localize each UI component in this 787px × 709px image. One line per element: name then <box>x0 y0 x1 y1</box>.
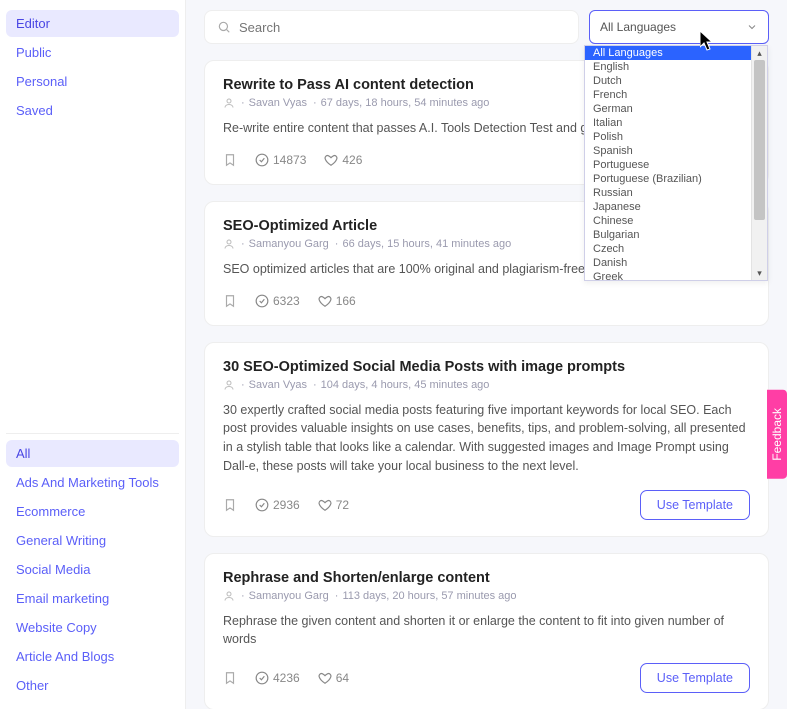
likes-stat: 72 <box>318 498 349 512</box>
uses-stat: 6323 <box>255 294 300 308</box>
sidebar-category-social-media[interactable]: Social Media <box>6 556 179 583</box>
language-option[interactable]: All Languages <box>585 46 751 60</box>
likes-count: 166 <box>336 294 356 308</box>
sidebar-category-ads-and-marketing-tools[interactable]: Ads And Marketing Tools <box>6 469 179 496</box>
uses-count: 14873 <box>273 153 306 167</box>
likes-stat: 64 <box>318 671 349 685</box>
language-option[interactable]: Bulgarian <box>585 228 751 242</box>
likes-count: 72 <box>336 498 349 512</box>
author-icon <box>223 379 235 391</box>
card-description: Rephrase the given content and shorten i… <box>223 612 750 650</box>
sidebar-item-editor[interactable]: Editor <box>6 10 179 37</box>
heart-icon <box>324 153 338 167</box>
author-icon <box>223 238 235 250</box>
card-author: Savan Vyas <box>241 97 307 109</box>
bookmark-button[interactable] <box>223 293 237 309</box>
template-card: 30 SEO-Optimized Social Media Posts with… <box>204 342 769 537</box>
sidebar-category-other[interactable]: Other <box>6 672 179 699</box>
language-option[interactable]: Danish <box>585 256 751 270</box>
uses-stat: 4236 <box>255 671 300 685</box>
sidebar: EditorPublicPersonalSaved AllAds And Mar… <box>0 0 186 709</box>
uses-count: 6323 <box>273 294 300 308</box>
sidebar-bottom-group: AllAds And Marketing ToolsEcommerceGener… <box>6 433 179 705</box>
uses-count: 2936 <box>273 498 300 512</box>
language-option[interactable]: Czech <box>585 242 751 256</box>
language-option[interactable]: Greek <box>585 270 751 280</box>
card-time: 66 days, 15 hours, 41 minutes ago <box>335 238 511 250</box>
language-option[interactable]: Italian <box>585 116 751 130</box>
language-select[interactable]: All Languages All LanguagesEnglishDutchF… <box>589 10 769 44</box>
sidebar-item-saved[interactable]: Saved <box>6 97 179 124</box>
sidebar-category-general-writing[interactable]: General Writing <box>6 527 179 554</box>
feedback-tab[interactable]: Feedback <box>767 390 787 479</box>
card-author: Samanyou Garg <box>241 590 329 602</box>
sidebar-top-group: EditorPublicPersonalSaved <box>6 4 179 130</box>
card-title: 30 SEO-Optimized Social Media Posts with… <box>223 359 750 375</box>
card-title: Rephrase and Shorten/enlarge content <box>223 570 750 586</box>
likes-stat: 426 <box>324 153 362 167</box>
card-time: 67 days, 18 hours, 54 minutes ago <box>313 97 489 109</box>
check-icon <box>255 498 269 512</box>
check-icon <box>255 294 269 308</box>
scroll-thumb[interactable] <box>754 60 765 220</box>
use-template-button[interactable]: Use Template <box>640 490 750 520</box>
bookmark-button[interactable] <box>223 497 237 513</box>
check-icon <box>255 153 269 167</box>
sidebar-item-public[interactable]: Public <box>6 39 179 66</box>
likes-stat: 166 <box>318 294 356 308</box>
language-option[interactable]: Portuguese (Brazilian) <box>585 172 751 186</box>
language-selected-label: All Languages <box>600 20 676 34</box>
uses-stat: 2936 <box>255 498 300 512</box>
search-icon <box>217 20 231 34</box>
likes-count: 426 <box>342 153 362 167</box>
language-option[interactable]: Russian <box>585 186 751 200</box>
author-icon <box>223 590 235 602</box>
author-icon <box>223 97 235 109</box>
chevron-down-icon <box>746 21 758 33</box>
uses-count: 4236 <box>273 671 300 685</box>
language-option[interactable]: English <box>585 60 751 74</box>
language-option[interactable]: Polish <box>585 130 751 144</box>
sidebar-category-website-copy[interactable]: Website Copy <box>6 614 179 641</box>
check-icon <box>255 671 269 685</box>
bookmark-button[interactable] <box>223 670 237 686</box>
template-card: Rephrase and Shorten/enlarge content Sam… <box>204 553 769 709</box>
sidebar-category-all[interactable]: All <box>6 440 179 467</box>
likes-count: 64 <box>336 671 349 685</box>
card-meta: Samanyou Garg 113 days, 20 hours, 57 min… <box>223 590 750 602</box>
language-option[interactable]: Dutch <box>585 74 751 88</box>
scroll-track[interactable] <box>752 60 767 266</box>
language-option[interactable]: Portuguese <box>585 158 751 172</box>
language-option[interactable]: Japanese <box>585 200 751 214</box>
heart-icon <box>318 671 332 685</box>
sidebar-category-ecommerce[interactable]: Ecommerce <box>6 498 179 525</box>
sidebar-category-email-marketing[interactable]: Email marketing <box>6 585 179 612</box>
search-input[interactable] <box>239 20 566 35</box>
scroll-up-arrow[interactable]: ▴ <box>752 46 767 60</box>
scroll-down-arrow[interactable]: ▾ <box>752 266 767 280</box>
main-content: All Languages All LanguagesEnglishDutchF… <box>186 0 787 709</box>
card-author: Savan Vyas <box>241 379 307 391</box>
heart-icon <box>318 498 332 512</box>
sidebar-category-article-and-blogs[interactable]: Article And Blogs <box>6 643 179 670</box>
card-time: 104 days, 4 hours, 45 minutes ago <box>313 379 489 391</box>
heart-icon <box>318 294 332 308</box>
language-option[interactable]: Chinese <box>585 214 751 228</box>
search-box[interactable] <box>204 10 579 44</box>
card-author: Samanyou Garg <box>241 238 329 250</box>
topbar: All Languages All LanguagesEnglishDutchF… <box>204 10 769 44</box>
card-time: 113 days, 20 hours, 57 minutes ago <box>335 590 517 602</box>
language-option[interactable]: French <box>585 88 751 102</box>
uses-stat: 14873 <box>255 153 306 167</box>
card-meta: Savan Vyas 104 days, 4 hours, 45 minutes… <box>223 379 750 391</box>
card-description: 30 expertly crafted social media posts f… <box>223 401 750 476</box>
dropdown-scrollbar[interactable]: ▴ ▾ <box>751 46 767 280</box>
bookmark-button[interactable] <box>223 152 237 168</box>
language-option[interactable]: Spanish <box>585 144 751 158</box>
language-option[interactable]: German <box>585 102 751 116</box>
use-template-button[interactable]: Use Template <box>640 663 750 693</box>
language-dropdown: All LanguagesEnglishDutchFrenchGermanIta… <box>584 45 768 281</box>
sidebar-item-personal[interactable]: Personal <box>6 68 179 95</box>
